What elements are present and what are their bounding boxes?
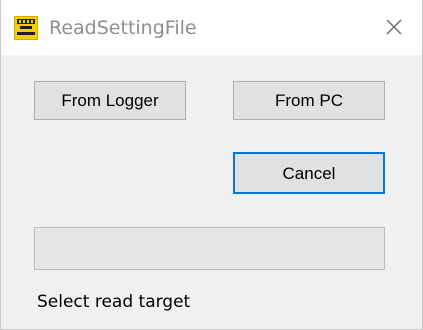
from-pc-button[interactable]: From PC: [233, 81, 385, 120]
close-icon: [386, 19, 402, 35]
status-message: Select read target: [37, 292, 191, 312]
progress-bar: [34, 227, 385, 270]
title-bar[interactable]: ReadSettingFile: [1, 0, 422, 55]
cancel-button[interactable]: Cancel: [233, 152, 385, 194]
close-button[interactable]: [366, 0, 422, 55]
read-setting-file-dialog: ReadSettingFile From Logger From PC Canc…: [0, 0, 423, 330]
e-log-app-icon: [14, 16, 38, 40]
window-title: ReadSettingFile: [49, 17, 197, 39]
from-logger-button[interactable]: From Logger: [34, 81, 186, 120]
